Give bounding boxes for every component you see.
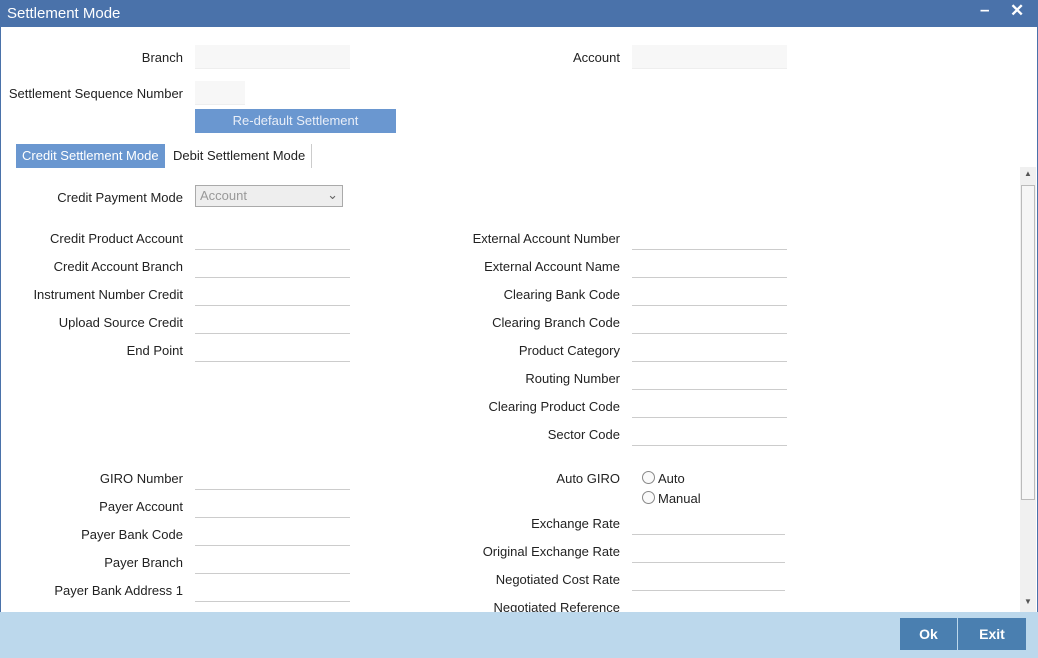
payer-account-input[interactable] [195, 494, 350, 518]
exchange-rate-input[interactable] [632, 511, 785, 535]
auto-radio[interactable] [642, 471, 655, 484]
external-account-number-label: External Account Number [472, 231, 620, 246]
auto-giro-label: Auto GIRO [556, 471, 620, 486]
manual-radio[interactable] [642, 491, 655, 504]
upload-source-credit-input[interactable] [195, 310, 350, 334]
payer-bank-code-input[interactable] [195, 522, 350, 546]
title-bar: Settlement Mode – ✕ [0, 0, 1038, 27]
clearing-branch-code-input[interactable] [632, 310, 787, 334]
close-icon[interactable]: ✕ [1010, 1, 1024, 21]
payment-mode-value: Account [200, 188, 247, 203]
routing-number-input[interactable] [632, 366, 787, 390]
chevron-down-icon: ⌄ [327, 187, 338, 202]
auto-radio-label: Auto [658, 471, 685, 486]
external-account-name-label: External Account Name [484, 259, 620, 274]
tab-debit-settlement[interactable]: Debit Settlement Mode [167, 144, 313, 168]
external-account-number-input[interactable] [632, 226, 787, 250]
product-category-label: Product Category [518, 343, 620, 358]
branch-input[interactable] [195, 45, 350, 69]
end-point-input[interactable] [195, 338, 350, 362]
original-exchange-rate-label: Original Exchange Rate [482, 544, 620, 559]
clearing-bank-code-label: Clearing Bank Code [503, 287, 620, 302]
scroll-down-icon[interactable]: ▼ [1024, 597, 1032, 606]
payment-mode-label: Credit Payment Mode [57, 190, 183, 205]
original-exchange-rate-input[interactable] [632, 539, 785, 563]
account-label: Account [573, 50, 620, 65]
credit-account-branch-input[interactable] [195, 254, 350, 278]
manual-radio-label: Manual [658, 491, 701, 506]
upload-source-credit-label: Upload Source Credit [58, 315, 183, 330]
window-title: Settlement Mode [7, 5, 121, 22]
exit-button[interactable]: Exit [958, 618, 1026, 650]
redefault-settlement-button[interactable]: Re-default Settlement [195, 109, 396, 133]
scroll-thumb[interactable] [1021, 185, 1035, 500]
exchange-rate-label: Exchange Rate [531, 516, 620, 531]
instrument-number-credit-input[interactable] [195, 282, 350, 306]
scroll-up-icon[interactable]: ▲ [1024, 169, 1032, 178]
tab-credit-settlement[interactable]: Credit Settlement Mode [16, 144, 165, 168]
credit-product-account-input[interactable] [195, 226, 350, 250]
credit-product-account-label: Credit Product Account [50, 231, 183, 246]
payer-bank-code-label: Payer Bank Code [81, 527, 183, 542]
payer-bank-address-1-label: Payer Bank Address 1 [54, 583, 183, 598]
payer-bank-address-1-input[interactable] [195, 578, 350, 602]
minimize-icon[interactable]: – [980, 0, 989, 20]
credit-account-branch-label: Credit Account Branch [53, 259, 183, 274]
product-category-input[interactable] [632, 338, 787, 362]
account-input[interactable] [632, 45, 787, 69]
branch-label: Branch [141, 50, 183, 65]
sector-code-label: Sector Code [547, 427, 620, 442]
clearing-branch-code-label: Clearing Branch Code [492, 315, 620, 330]
giro-number-input[interactable] [195, 466, 350, 490]
routing-number-label: Routing Number [525, 371, 620, 386]
negotiated-cost-rate-input[interactable] [632, 567, 785, 591]
ok-button[interactable]: Ok [900, 618, 957, 650]
payer-branch-input[interactable] [195, 550, 350, 574]
sector-code-input[interactable] [632, 422, 787, 446]
sequence-label: Settlement Sequence Number [8, 86, 183, 101]
footer: Ok Exit [0, 612, 1038, 658]
end-point-label: End Point [126, 343, 183, 358]
clearing-product-code-input[interactable] [632, 394, 787, 418]
payment-mode-select[interactable]: Account ⌄ [195, 185, 343, 207]
giro-number-label: GIRO Number [99, 471, 183, 486]
external-account-name-input[interactable] [632, 254, 787, 278]
sequence-input[interactable] [195, 81, 245, 105]
vertical-scrollbar[interactable]: ▲ ▼ [1020, 167, 1036, 612]
clearing-product-code-label: Clearing Product Code [488, 399, 620, 414]
negotiated-cost-rate-label: Negotiated Cost Rate [495, 572, 620, 587]
payer-account-label: Payer Account [99, 499, 183, 514]
instrument-number-credit-label: Instrument Number Credit [33, 287, 183, 302]
payer-branch-label: Payer Branch [104, 555, 183, 570]
clearing-bank-code-input[interactable] [632, 282, 787, 306]
